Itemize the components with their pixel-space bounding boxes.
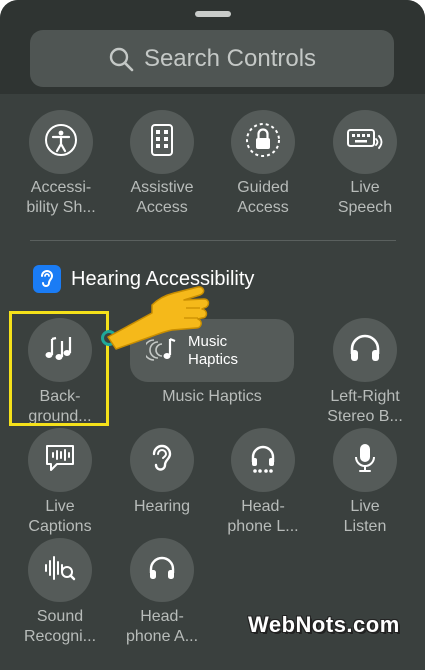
- search-input[interactable]: Search Controls: [30, 30, 394, 87]
- guided-access-button[interactable]: [231, 110, 295, 174]
- headphone-accommodations-label: Head- phone A...: [125, 608, 199, 645]
- live-listen-button[interactable]: [333, 428, 397, 492]
- section-divider: [30, 240, 396, 241]
- guided-access-label: Guided Access: [237, 179, 289, 216]
- music-haptics-label: Music Haptics: [162, 388, 262, 405]
- live-speech-label: Live Speech: [337, 179, 393, 216]
- headphones-icon: [147, 554, 177, 587]
- headphones-icon: [348, 332, 382, 369]
- headphone-level-icon: [248, 442, 278, 479]
- headphone-accommodations-button[interactable]: [130, 538, 194, 602]
- headphone-level-label: Head- phone L...: [227, 498, 299, 535]
- search-placeholder: Search Controls: [143, 44, 317, 72]
- sound-recognition-button[interactable]: [28, 538, 92, 602]
- left-right-stereo-label: Left-Right Stereo B...: [327, 388, 403, 425]
- sound-recognition-label: Sound Recogni...: [23, 608, 97, 645]
- microphone-icon: [353, 442, 377, 479]
- assistive-access-label: Assistive Access: [130, 179, 194, 216]
- pointing-hand-icon: [100, 275, 220, 355]
- guided-access-lock-icon: [245, 122, 281, 163]
- hearing-label: Hearing: [133, 498, 191, 515]
- live-speech-button[interactable]: [333, 110, 397, 174]
- search-icon: [108, 46, 134, 72]
- headphone-level-button[interactable]: [231, 428, 295, 492]
- live-captions-icon: [43, 442, 77, 479]
- sound-recognition-icon: [43, 552, 77, 589]
- assistive-access-button[interactable]: [130, 110, 194, 174]
- ear-icon: [33, 265, 61, 293]
- live-captions-button[interactable]: [28, 428, 92, 492]
- accessibility-shortcut-label: Accessi- bility Sh...: [26, 179, 96, 216]
- hearing-button[interactable]: [130, 428, 194, 492]
- watermark-logo: WebNots.com: [248, 612, 400, 637]
- keyboard-speech-icon: [347, 126, 383, 159]
- control-center-sheet: Search Controls Accessi- bility Sh... As…: [0, 0, 425, 670]
- assistive-access-icon: [150, 123, 174, 162]
- live-listen-label: Live Listen: [343, 498, 387, 535]
- sheet-grabber[interactable]: [195, 11, 231, 17]
- accessibility-shortcut-button[interactable]: [29, 110, 93, 174]
- accessibility-icon: [44, 123, 78, 162]
- live-captions-label: Live Captions: [28, 498, 92, 535]
- left-right-stereo-button[interactable]: [333, 318, 397, 382]
- ear-icon: [149, 442, 175, 479]
- highlight-box: [9, 311, 109, 426]
